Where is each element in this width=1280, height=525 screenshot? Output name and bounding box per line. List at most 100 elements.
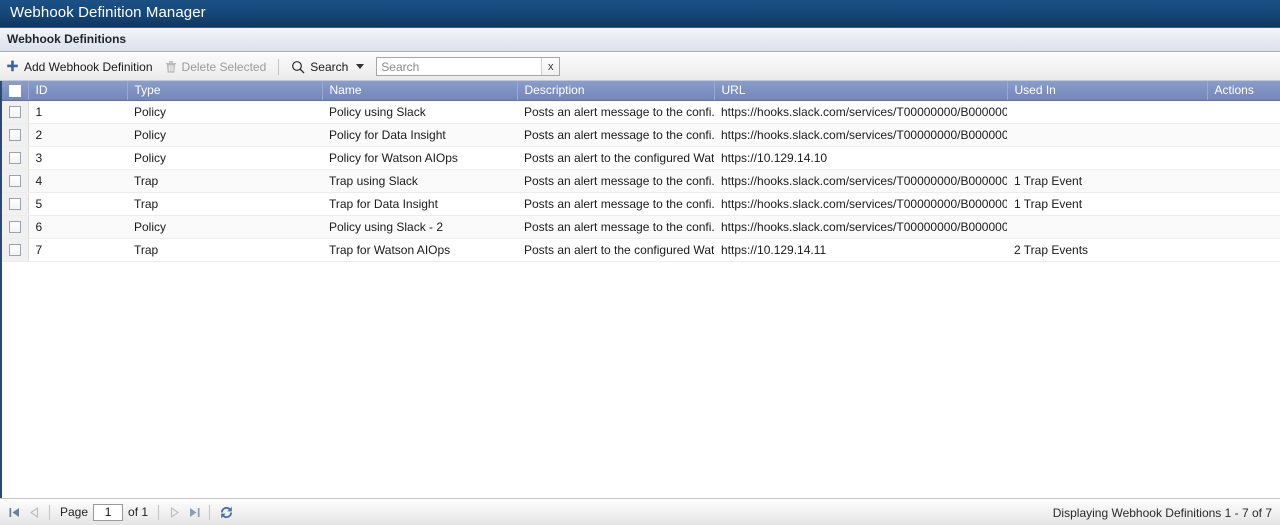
cell-url: https://10.129.14.11 [714,238,1007,262]
page-total-label: of 1 [128,505,149,519]
table-row[interactable]: 4 Trap Trap using Slack Posts an alert mess… [2,169,1280,193]
table-row[interactable]: 2 Policy Policy for Data Insight Posts an a… [2,123,1280,147]
cell-type: Trap [127,192,322,216]
cell-url: https://10.129.14.10 [714,146,1007,170]
cell-used-in: 2 Trap Events [1007,238,1207,262]
window-titlebar: Webhook Definition Manager [0,0,1280,28]
previous-page-icon[interactable] [25,503,43,521]
page-label: Page [60,505,89,519]
cell-id: 1 [28,100,127,124]
cell-actions [1207,146,1280,170]
column-header-description[interactable]: Description [517,81,715,101]
table-row[interactable]: 7 Trap Trap for Watson AIOps Posts an alert… [2,238,1280,262]
row-select-cell[interactable] [2,169,29,193]
cell-id: 2 [28,123,127,147]
plus-icon [6,60,19,73]
panel-header: Webhook Definitions [0,28,1280,52]
pager-divider-refresh [209,504,211,520]
select-all-header[interactable] [2,81,29,101]
magnifier-icon [291,60,305,74]
table-row[interactable]: 3 Policy Policy for Watson AIOps Posts an a… [2,146,1280,170]
search-dropdown-label: Search [310,59,349,74]
table-header-row: ID Type Name Description URL Used In Act… [2,81,1280,101]
table-row[interactable]: 5 Trap Trap for Data Insight Posts an alert… [2,192,1280,216]
refresh-icon[interactable] [216,502,236,522]
cell-type: Trap [127,238,322,262]
cell-url: https://hooks.slack.com/services/T000000… [714,123,1007,147]
search-clear-button[interactable]: x [541,58,560,75]
first-page-icon[interactable] [5,503,23,521]
cell-description: Posts an alert to the configured Wat... [517,238,714,262]
cell-type: Policy [127,100,322,124]
cell-actions [1207,238,1280,262]
row-select-cell[interactable] [2,123,29,147]
column-header-actions[interactable]: Actions [1207,81,1280,101]
cell-used-in [1007,146,1207,170]
cell-name: Policy for Data Insight [322,123,517,147]
cell-used-in: 1 Trap Event [1007,169,1207,193]
column-header-type[interactable]: Type [127,81,323,101]
toolbar-divider [278,58,280,75]
cell-description: Posts an alert message to the confi... [517,192,714,216]
webhook-definition-manager-window: Webhook Definition Manager Webhook Defin… [0,0,1280,525]
cell-type: Policy [127,123,322,147]
row-select-checkbox[interactable] [8,244,21,257]
cell-description: Posts an alert message to the confi... [517,169,714,193]
cell-url: https://hooks.slack.com/services/T000000… [714,192,1007,216]
cell-name: Trap for Data Insight [322,192,517,216]
search-input[interactable] [377,58,542,75]
row-select-checkbox[interactable] [8,221,21,234]
row-select-checkbox[interactable] [8,106,21,119]
cell-id: 6 [28,215,127,239]
search-dropdown-button[interactable]: Search [285,56,370,78]
cell-type: Policy [127,146,322,170]
cell-id: 3 [28,146,127,170]
cell-name: Policy for Watson AIOps [322,146,517,170]
cell-description: Posts an alert message to the confi... [517,215,714,239]
row-select-cell[interactable] [2,192,29,216]
delete-selected-button[interactable]: Delete Selected [159,56,273,78]
cell-actions [1207,123,1280,147]
cell-url: https://hooks.slack.com/services/T000000… [714,169,1007,193]
table-header: ID Type Name Description URL Used In Act… [2,81,1280,101]
cell-actions [1207,169,1280,193]
table-row[interactable]: 1 Policy Policy using Slack Posts an alert … [2,100,1280,124]
next-page-icon[interactable] [165,503,183,521]
column-header-name[interactable]: Name [322,81,518,101]
pager-divider-right [158,504,160,520]
pager-bar: Page of 1 Displaying Webhook Definitions… [0,498,1280,525]
cell-description: Posts an alert to the configured Wat... [517,146,714,170]
cell-description: Posts an alert message to the confi... [517,100,714,124]
cell-id: 7 [28,238,127,262]
row-select-checkbox[interactable] [8,175,21,188]
row-select-cell[interactable] [2,238,29,262]
table-row[interactable]: 6 Policy Policy using Slack - 2 Posts an al… [2,215,1280,239]
row-select-cell[interactable] [2,100,29,124]
toolbar: Add Webhook Definition Delete Selected S… [0,53,1280,81]
page-number-input[interactable] [93,503,124,521]
last-page-icon[interactable] [185,503,203,521]
pager-divider-left [49,504,50,520]
row-select-checkbox[interactable] [8,129,21,142]
cell-type: Trap [127,169,322,193]
cell-name: Policy using Slack - 2 [322,215,517,239]
add-webhook-definition-button[interactable]: Add Webhook Definition [0,56,159,78]
column-header-id[interactable]: ID [28,81,128,101]
cell-used-in [1007,100,1207,124]
column-header-used-in[interactable]: Used In [1007,81,1208,101]
cell-name: Trap for Watson AIOps [322,238,517,262]
row-select-cell[interactable] [2,215,29,239]
column-header-url[interactable]: URL [714,81,1008,101]
cell-type: Policy [127,215,322,239]
row-select-checkbox[interactable] [8,152,21,165]
row-select-cell[interactable] [2,146,29,170]
cell-used-in: 1 Trap Event [1007,192,1207,216]
cell-actions [1207,100,1280,124]
search-field[interactable]: x [376,57,561,76]
cell-used-in [1007,215,1207,239]
add-webhook-definition-label: Add Webhook Definition [24,59,153,74]
select-all-checkbox[interactable] [8,85,21,98]
cell-actions [1207,215,1280,239]
row-select-checkbox[interactable] [8,198,21,211]
pager-status-label: Displaying Webhook Definitions 1 - 7 of … [1052,505,1272,520]
